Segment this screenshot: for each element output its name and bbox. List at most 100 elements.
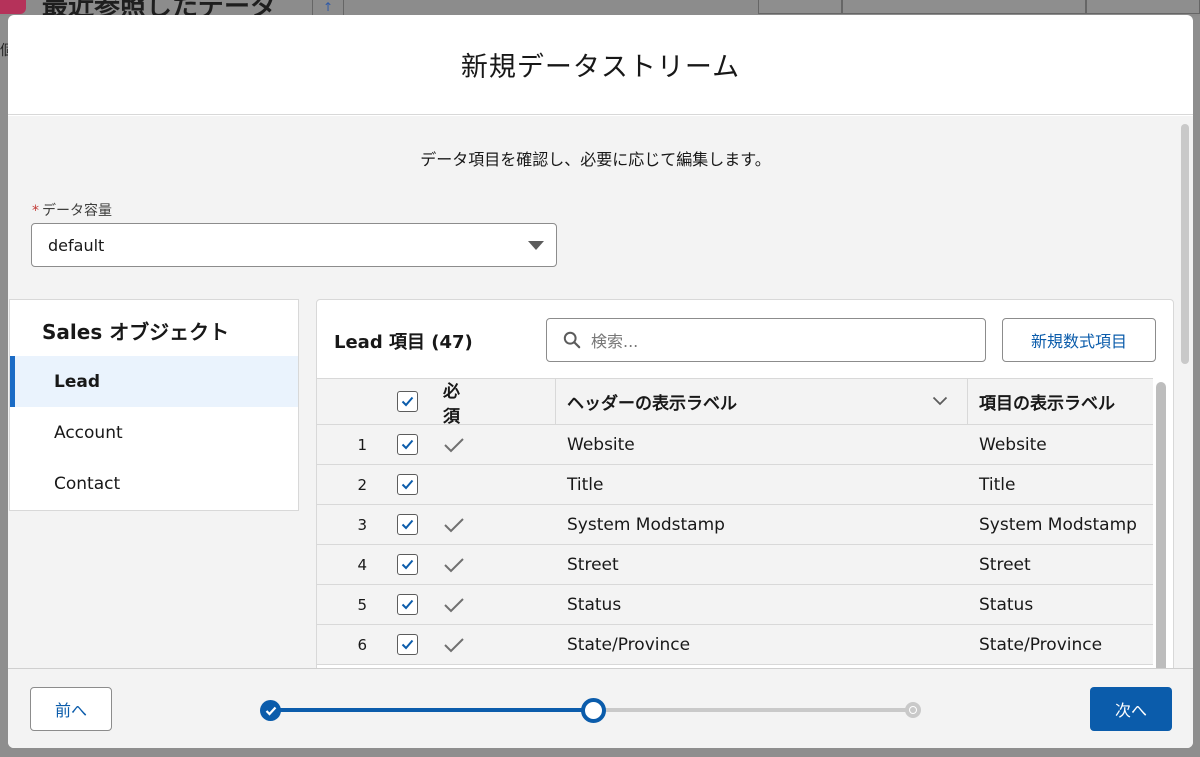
table-row: 4 Street Street [317, 545, 1153, 585]
checkmark-icon [401, 439, 414, 450]
row-number: 5 [357, 595, 367, 614]
select-all-checkbox[interactable] [397, 391, 418, 412]
background-tab [1086, 0, 1200, 14]
header-label-cell[interactable]: Status [567, 585, 967, 624]
required-check-icon [444, 517, 464, 532]
row-checkbox[interactable] [397, 594, 418, 615]
table-row: 3 System Modstamp System Modstamp [317, 505, 1153, 545]
required-cell [443, 585, 473, 624]
intro-text: データ項目を確認し、必要に応じて編集します。 [420, 150, 771, 169]
field-label-cell: System Modstamp [979, 514, 1137, 535]
row-checkbox-cell [397, 585, 421, 624]
capacity-select-value: default [48, 235, 105, 255]
caret-down-icon [528, 241, 544, 250]
chevron-down-icon[interactable] [932, 396, 948, 406]
search-placeholder: 検索... [591, 332, 639, 351]
previous-button[interactable]: 前へ [30, 687, 112, 731]
check-icon [265, 706, 276, 716]
header-label-cell[interactable]: State/Province [567, 625, 967, 664]
table-row: 6 State/Province State/Province [317, 625, 1153, 665]
field-label-cell: Status [979, 594, 1034, 615]
modal-header: 新規データストリーム [8, 15, 1193, 115]
required-cell [443, 465, 473, 504]
table-row: 1 Website Website [317, 425, 1153, 465]
next-button[interactable]: 次へ [1090, 687, 1172, 731]
row-number: 2 [357, 475, 367, 494]
checkmark-icon [401, 519, 414, 530]
row-checkbox[interactable] [397, 514, 418, 535]
background-tab [842, 0, 1086, 14]
field-label-cell: Website [979, 434, 1047, 455]
background-tab [758, 0, 842, 14]
object-item-label: Lead [54, 371, 101, 392]
column-header-required: 必須 [443, 381, 460, 427]
column-header-header-label[interactable]: ヘッダーの表示ラベル [567, 379, 967, 424]
background-left-text: 個 [0, 43, 14, 59]
field-search-input[interactable]: 検索... [546, 318, 986, 362]
row-number: 4 [357, 555, 367, 574]
modal-footer: 前へ 次へ [8, 668, 1193, 748]
required-marker: * [32, 203, 39, 219]
field-label-cell: Title [979, 474, 1016, 495]
required-cell [443, 625, 473, 664]
table-header: 必須 ヘッダーの表示ラベル 項目の表示ラベル [317, 378, 1153, 427]
object-item-label: Account [54, 422, 123, 443]
row-checkbox[interactable] [397, 554, 418, 575]
field-label-cell: State/Province [979, 634, 1103, 655]
required-check-icon [444, 557, 464, 572]
table-body: 1 Website Website 2 Title Title 3 System Modsta… [317, 425, 1153, 665]
row-checkbox-cell [397, 545, 421, 584]
fields-panel-title: Lead 項目 (47) [334, 332, 473, 353]
object-item-account[interactable]: Account [10, 407, 298, 458]
header-label-cell[interactable]: System Modstamp [567, 505, 967, 544]
row-number: 1 [357, 435, 367, 454]
checkmark-icon [401, 396, 414, 407]
object-item-label: Contact [54, 473, 121, 494]
row-checkbox-cell [397, 625, 421, 664]
row-checkbox[interactable] [397, 434, 418, 455]
new-formula-field-button[interactable]: 新規数式項目 [1002, 318, 1156, 362]
background-pin-button: ↑ [312, 0, 344, 16]
header-label-cell[interactable]: Street [567, 545, 967, 584]
row-checkbox-cell [397, 425, 421, 464]
row-checkbox[interactable] [397, 474, 418, 495]
app-icon [0, 0, 26, 14]
table-row: 2 Title Title [317, 465, 1153, 505]
object-item-lead[interactable]: Lead [10, 356, 298, 407]
required-check-icon [444, 637, 464, 652]
new-data-stream-modal: 新規データストリーム データ項目を確認し、必要に応じて編集します。 * データ容量… [8, 15, 1193, 748]
object-panel: Sales オブジェクト Lead Account Contact [9, 299, 299, 511]
object-item-contact[interactable]: Contact [10, 458, 298, 509]
required-check-icon [444, 437, 464, 452]
header-label-cell[interactable]: Title [567, 465, 967, 504]
required-cell [443, 425, 473, 464]
row-checkbox-cell [397, 465, 421, 504]
fields-table: 必須 ヘッダーの表示ラベル 項目の表示ラベル 1 Website Website 2 T… [317, 378, 1153, 665]
step-completed-icon [260, 700, 281, 721]
step-pending-icon [905, 702, 921, 718]
select-all-cell [397, 379, 421, 424]
required-cell [443, 545, 473, 584]
column-divider [967, 379, 968, 425]
search-icon [563, 331, 581, 349]
column-header-label-text: ヘッダーの表示ラベル [567, 394, 737, 414]
checkmark-icon [401, 599, 414, 610]
checkmark-icon [401, 479, 414, 490]
checkmark-icon [401, 559, 414, 570]
column-divider [555, 379, 556, 425]
column-header-field-label: 項目の表示ラベル [979, 394, 1115, 414]
required-check-icon [444, 597, 464, 612]
row-checkbox[interactable] [397, 634, 418, 655]
progress-fill [270, 708, 593, 712]
capacity-label-text: データ容量 [42, 203, 112, 219]
row-number: 6 [357, 635, 367, 654]
checkmark-icon [401, 639, 414, 650]
capacity-select[interactable]: default [31, 223, 557, 267]
modal-body: データ項目を確認し、必要に応じて編集します。 * データ容量 default Sa… [8, 116, 1193, 668]
row-checkbox-cell [397, 505, 421, 544]
fields-panel: Lead 項目 (47) 検索... 新規数式項目 必須 ヘッダーの表示ラベル … [316, 299, 1174, 668]
field-label-cell: Street [979, 554, 1031, 575]
header-label-cell[interactable]: Website [567, 425, 967, 464]
required-cell [443, 505, 473, 544]
object-panel-title: Sales オブジェクト [42, 320, 230, 344]
